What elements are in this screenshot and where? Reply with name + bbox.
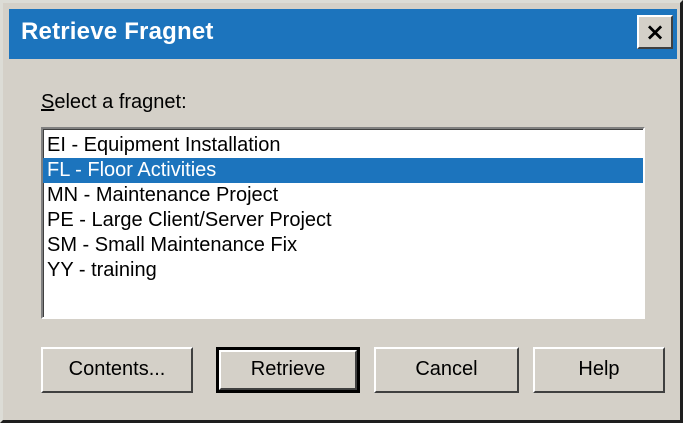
- list-item[interactable]: PE - Large Client/Server Project: [43, 208, 643, 233]
- list-item[interactable]: YY - training: [43, 258, 643, 283]
- cancel-button[interactable]: Cancel: [374, 347, 519, 393]
- cancel-button-label: Cancel: [415, 358, 478, 380]
- list-item[interactable]: SM - Small Maintenance Fix: [43, 233, 643, 258]
- list-item[interactable]: EI - Equipment Installation: [43, 133, 643, 158]
- retrieve-button[interactable]: Retrieve: [216, 347, 360, 393]
- help-button-label: Help: [578, 358, 620, 380]
- window-title: Retrieve Fragnet: [21, 18, 214, 45]
- fragnet-listbox[interactable]: EI - Equipment Installation FL - Floor A…: [41, 127, 645, 319]
- list-prompt-label: Select a fragnet:: [41, 91, 187, 114]
- dialog-window: Retrieve Fragnet × Select a fragnet: EI …: [0, 0, 683, 423]
- close-button[interactable]: ×: [637, 15, 673, 49]
- prompt-text: elect a fragnet:: [54, 91, 187, 113]
- help-button[interactable]: Help: [533, 347, 665, 393]
- prompt-accelerator: S: [41, 91, 55, 113]
- list-item[interactable]: MN - Maintenance Project: [43, 183, 643, 208]
- contents-button-label: Contents...: [68, 358, 166, 380]
- close-icon: ×: [644, 18, 666, 46]
- retrieve-button-label: Retrieve: [250, 358, 326, 380]
- contents-button[interactable]: Contents...: [41, 347, 193, 393]
- title-bar[interactable]: Retrieve Fragnet ×: [9, 9, 677, 59]
- list-item-selected[interactable]: FL - Floor Activities: [43, 158, 643, 183]
